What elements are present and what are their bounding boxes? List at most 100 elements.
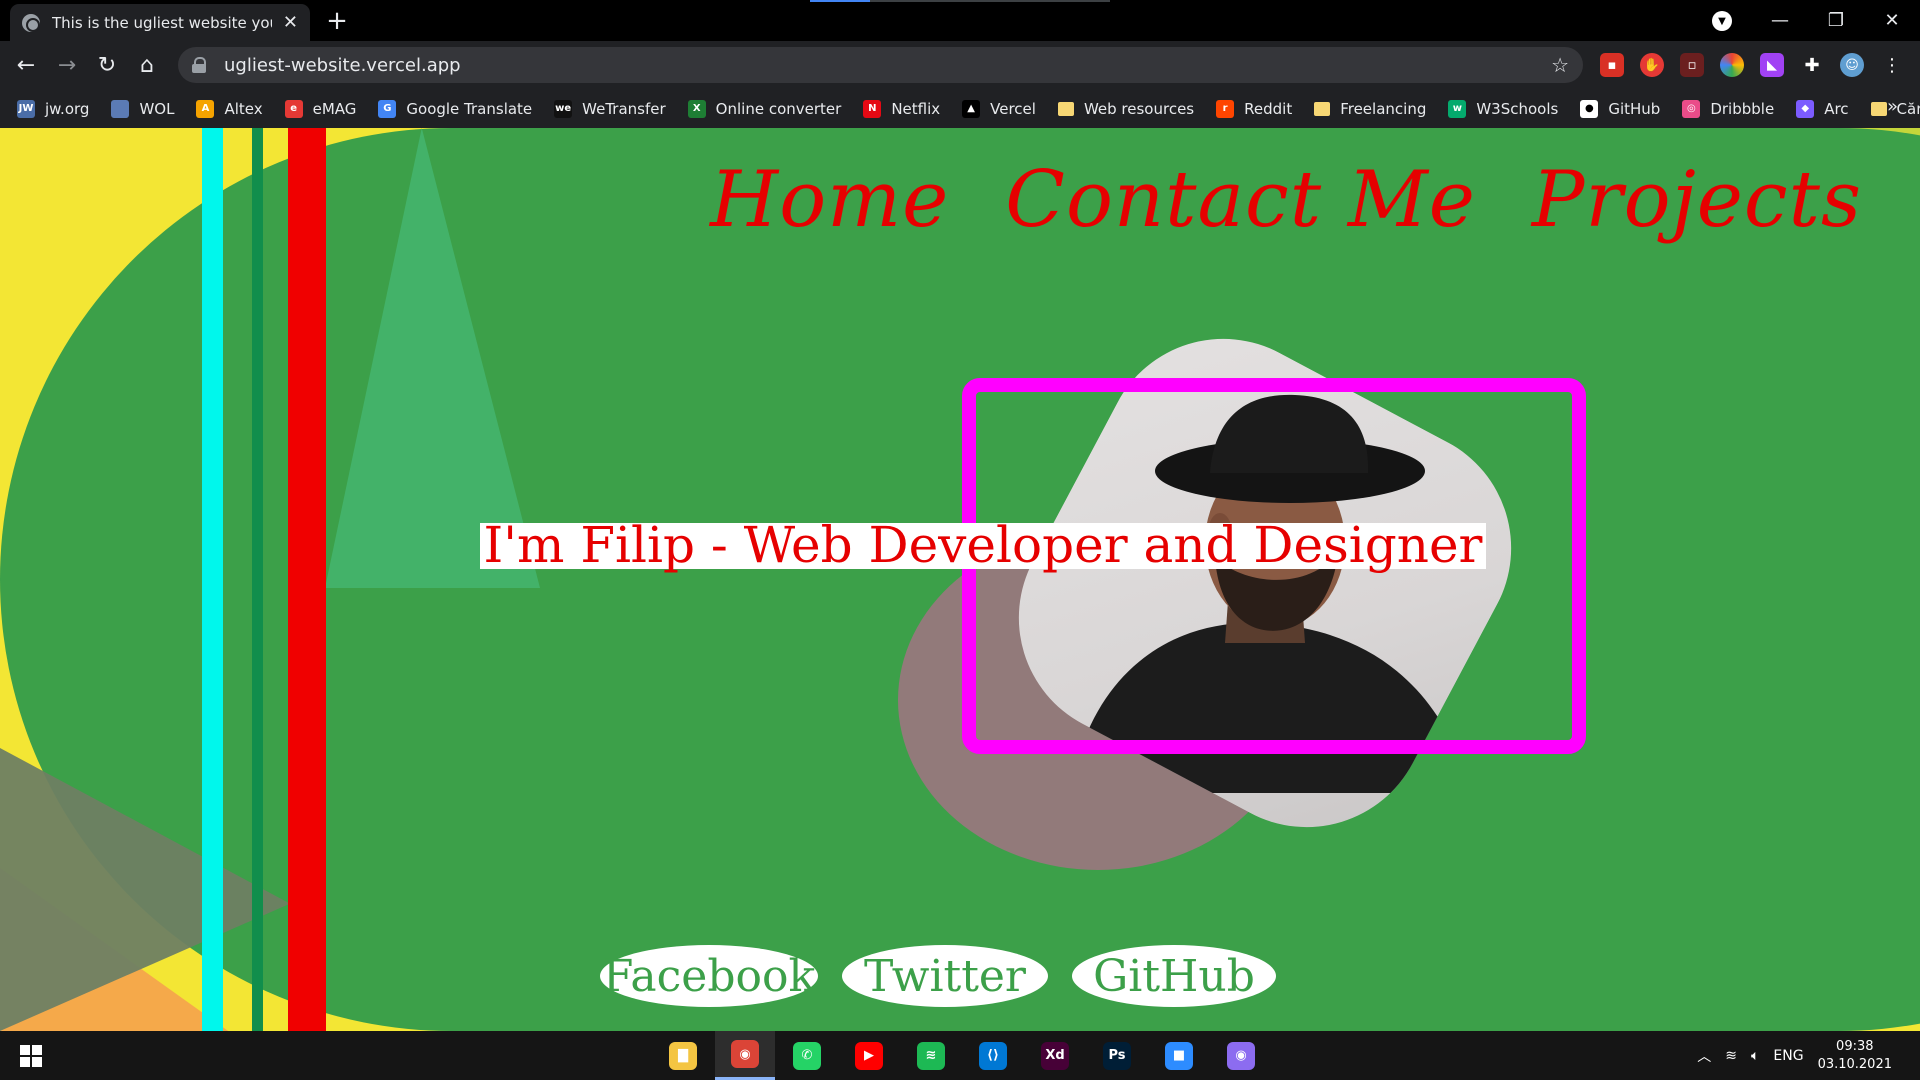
bookmark-label: Freelancing (1340, 99, 1427, 118)
taskbar-app-file-explorer[interactable]: ▇ (653, 1031, 713, 1080)
bookmark-wetransfer[interactable]: we WeTransfer (554, 99, 666, 118)
clock-date: 03.10.2021 (1817, 1056, 1892, 1072)
bookmark-label: Online converter (715, 99, 842, 118)
language-indicator[interactable]: ENG (1773, 1048, 1803, 1064)
new-tab-button[interactable]: + (322, 6, 352, 36)
taskbar-app-whatsapp[interactable]: ✆ (777, 1031, 837, 1080)
back-button[interactable]: ← (10, 49, 42, 81)
spotify-icon: ≋ (917, 1041, 945, 1070)
github-link[interactable]: GitHub (1072, 945, 1276, 1007)
bookmark-github[interactable]: ● GitHub (1580, 99, 1660, 118)
taskbar-app-adobe-xd[interactable]: Xd (1025, 1031, 1085, 1080)
color-picker-extension-icon[interactable] (1720, 53, 1744, 77)
arc-icon: ◆ (1796, 99, 1815, 118)
twitter-link[interactable]: Twitter (842, 945, 1048, 1007)
vscode-icon: ⟨⟩ (979, 1041, 1007, 1070)
taskbar-app-chrome[interactable]: ◉ (715, 1031, 775, 1080)
bookmark-altex[interactable]: A Altex (196, 99, 263, 118)
extension-icon-3[interactable]: ▫ (1680, 53, 1704, 77)
address-bar[interactable]: ugliest-website.vercel.app ☆ (178, 47, 1583, 83)
extensions-puzzle-icon[interactable]: ✚ (1800, 53, 1824, 77)
dribbble-icon: ◎ (1682, 99, 1701, 118)
cyan-stripe (202, 128, 223, 1031)
close-window-button[interactable]: ✕ (1864, 0, 1920, 41)
hero-headline: I'm Filip - Web Developer and Designer (483, 516, 1483, 574)
folder-icon (1314, 101, 1331, 116)
reddit-icon: r (1216, 99, 1235, 118)
reload-button[interactable]: ↻ (91, 49, 123, 81)
bookmark-wol[interactable]: WOL (111, 99, 175, 118)
bookmark-label: Dribbble (1710, 99, 1775, 118)
extension-icon-1[interactable]: ▪ (1600, 53, 1624, 77)
taskbar-app-spotify[interactable]: ≋ (901, 1031, 961, 1080)
restore-button[interactable]: ❐ (1808, 0, 1864, 41)
photoshop-icon: Ps (1103, 1041, 1131, 1070)
bookmark-w3schools[interactable]: w W3Schools (1448, 99, 1559, 118)
nav-projects-link[interactable]: Projects (1532, 157, 1862, 244)
bookmark-dribbble[interactable]: ◎ Dribbble (1682, 99, 1775, 118)
windows-start-icon[interactable] (20, 1045, 42, 1067)
bookmark-label: Web resources (1083, 99, 1195, 118)
bookmark-reddit[interactable]: r Reddit (1216, 99, 1292, 118)
bookmark-label: W3Schools (1476, 99, 1559, 118)
netflix-icon: N (863, 99, 882, 118)
page-viewport: Home Contact Me Projects I'm Filip - Web… (0, 128, 1920, 1031)
close-tab-icon[interactable]: ✕ (283, 12, 298, 33)
tab-strip: This is the ugliest website you ha ✕ + ▼… (0, 0, 1920, 41)
bookmark-label: WeTransfer (582, 99, 666, 118)
bookmark-label: Cărți (1896, 99, 1920, 118)
nav-home-link[interactable]: Home (710, 157, 949, 244)
bookmark-label: Vercel (990, 99, 1036, 118)
taskbar-app-zoom[interactable]: ■ (1149, 1031, 1209, 1080)
tab-loading-indicator (810, 0, 1110, 2)
bookmarks-bar: JW jw.org WOL A Altex e eMAG G Google Translate w… (0, 89, 1920, 128)
profile-avatar[interactable]: ☺ (1840, 53, 1864, 77)
bookmark-star-icon[interactable]: ☆ (1551, 53, 1569, 77)
clock[interactable]: 09:38 03.10.2021 (1818, 1038, 1892, 1074)
globe-icon (22, 13, 40, 32)
bookmarks-more-button[interactable]: » (1887, 96, 1898, 117)
window-controls: — ❐ ✕ (1752, 0, 1920, 41)
bookmark-label: Arc (1824, 99, 1849, 118)
taskbar-app-photoshop[interactable]: Ps (1087, 1031, 1147, 1080)
bookmark-netflix[interactable]: N Netflix (863, 99, 940, 118)
lock-icon[interactable] (192, 57, 206, 73)
browser-toolbar: ← → ↻ ⌂ ugliest-website.vercel.app ☆ ▪ ✋… (0, 41, 1920, 89)
wifi-icon[interactable]: ≋ (1725, 1048, 1737, 1064)
tray-chevron-icon[interactable]: ︿ (1697, 1046, 1711, 1066)
main-nav: Home Contact Me Projects (710, 157, 1862, 244)
facebook-link[interactable]: Facebook (600, 945, 818, 1007)
windows-taskbar: ▇ ◉ ✆ ▶ ≋ ⟨⟩ Xd Ps ■ ◉ ︿ ≋ 🔈︎ ENG 09:38 03.10.202… (0, 1031, 1920, 1080)
jw-icon: JW (17, 99, 35, 118)
taskbar-app-youtube[interactable]: ▶ (839, 1031, 899, 1080)
bookmark-emag[interactable]: e eMAG (284, 99, 357, 118)
taskbar-app-vscode[interactable]: ⟨⟩ (963, 1031, 1023, 1080)
taskbar-app-chrome-profile[interactable]: ◉ (1211, 1031, 1271, 1080)
bookmark-freelancing[interactable]: Freelancing (1314, 100, 1426, 118)
file-explorer-icon: ▇ (669, 1041, 697, 1070)
extension-icon-5[interactable]: ◣ (1760, 53, 1784, 77)
chrome-icon: ◉ (731, 1040, 759, 1068)
clock-time: 09:38 (1836, 1038, 1874, 1054)
minimize-button[interactable]: — (1752, 0, 1808, 41)
nav-contact-link[interactable]: Contact Me (1005, 157, 1476, 244)
menu-kebab-icon[interactable]: ⋮ (1880, 53, 1904, 77)
bookmark-arc[interactable]: ◆ Arc (1796, 99, 1849, 118)
w3schools-icon: w (1448, 99, 1467, 118)
tab-search-icon[interactable]: ▼ (1712, 11, 1732, 31)
home-button[interactable]: ⌂ (131, 49, 163, 81)
bookmark-label: eMAG (312, 99, 357, 118)
bookmark-online-converter[interactable]: X Online converter (687, 99, 842, 118)
bookmark-label: Altex (224, 99, 263, 118)
bookmark-label: WOL (139, 99, 175, 118)
dark-green-stripe (252, 128, 263, 1031)
bookmark-google-translate[interactable]: G Google Translate (378, 99, 532, 118)
extension-icon-2[interactable]: ✋ (1640, 53, 1664, 77)
url-text: ugliest-website.vercel.app (224, 54, 461, 76)
active-tab[interactable]: This is the ugliest website you ha ✕ (10, 4, 310, 41)
volume-icon[interactable]: 🔈︎ (1751, 1048, 1759, 1064)
bookmark-jw-org[interactable]: JW jw.org (17, 99, 89, 118)
bookmark-web-resources[interactable]: Web resources (1057, 99, 1195, 118)
bookmark-vercel[interactable]: ▲ Vercel (962, 99, 1036, 118)
forward-button[interactable]: → (51, 49, 83, 81)
